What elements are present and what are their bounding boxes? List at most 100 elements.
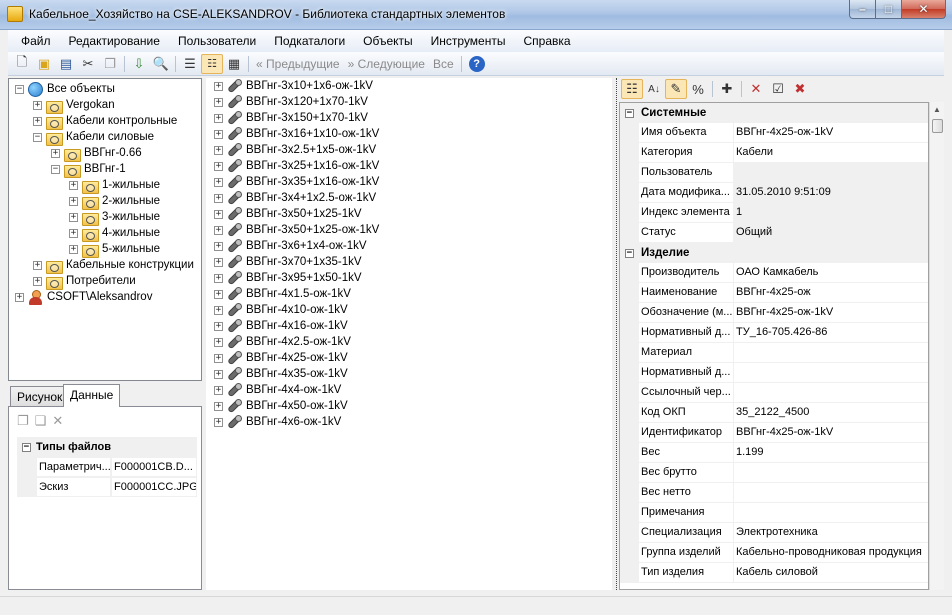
expander-icon[interactable]: + bbox=[214, 257, 223, 267]
property-scrollbar[interactable]: ▲ bbox=[929, 102, 944, 590]
check-property-icon[interactable]: ☑ bbox=[767, 79, 789, 99]
edit-icon[interactable]: ✎ bbox=[665, 79, 687, 99]
expander-icon[interactable]: − bbox=[51, 164, 60, 174]
menu-file[interactable]: Файл bbox=[12, 31, 60, 51]
tab-picture[interactable]: Рисунок bbox=[10, 386, 70, 406]
list-item[interactable]: + ВВГнг-4x2.5-ож-1kV bbox=[214, 334, 351, 350]
expander-icon[interactable]: + bbox=[214, 321, 223, 331]
property-value[interactable]: ТУ_16-705.426-86 bbox=[734, 323, 928, 343]
property-row[interactable]: Вес нетто bbox=[620, 483, 928, 503]
tree-item[interactable]: +3-жильные bbox=[69, 209, 160, 226]
expander-icon[interactable]: + bbox=[69, 180, 78, 190]
property-value[interactable]: ВВГнг-4x25-ож-1kV bbox=[734, 303, 928, 323]
maximize-button[interactable]: □ bbox=[876, 0, 902, 19]
property-row[interactable]: Статус Общий bbox=[620, 223, 928, 243]
expander-icon[interactable]: + bbox=[33, 276, 42, 286]
collapse-toggle[interactable]: − bbox=[17, 442, 36, 452]
list-item[interactable]: + ВВГнг-3x50+1x25-ож-1kV bbox=[214, 222, 379, 238]
cut-icon[interactable]: ✂ bbox=[77, 54, 99, 74]
property-category[interactable]: − Системные bbox=[620, 103, 928, 123]
property-row[interactable]: Код ОКП 35_2122_4500 bbox=[620, 403, 928, 423]
menu-subcatalogs[interactable]: Подкаталоги bbox=[265, 31, 354, 51]
property-row[interactable]: Имя объекта ВВГнг-4x25-ож-1kV bbox=[620, 123, 928, 143]
menu-users[interactable]: Пользователи bbox=[169, 31, 265, 51]
property-value[interactable] bbox=[734, 503, 928, 523]
property-row[interactable]: Тип изделия Кабель силовой bbox=[620, 563, 928, 583]
menu-help[interactable]: Справка bbox=[514, 31, 579, 51]
list-item[interactable]: + ВВГнг-4x10-ож-1kV bbox=[214, 302, 348, 318]
tree-item[interactable]: + Vergokan bbox=[33, 97, 115, 114]
expander-icon[interactable]: + bbox=[214, 241, 223, 251]
next-button[interactable]: » Следующие bbox=[344, 57, 429, 71]
expander-icon[interactable]: + bbox=[214, 161, 223, 171]
expander-icon[interactable]: − bbox=[15, 84, 24, 94]
property-row[interactable]: Группа изделий Кабельно-проводниковая про… bbox=[620, 543, 928, 563]
property-value[interactable] bbox=[734, 483, 928, 503]
list-item[interactable]: + ВВГнг-4x50-ож-1kV bbox=[214, 398, 348, 414]
property-row[interactable]: Дата модифика... 31.05.2010 9:51:09 bbox=[620, 183, 928, 203]
remove-property-icon[interactable]: ✕ bbox=[745, 79, 767, 99]
list-item[interactable]: + ВВГнг-3x50+1x25-1kV bbox=[214, 206, 362, 222]
previous-button[interactable]: « Предыдущие bbox=[252, 57, 344, 71]
expander-icon[interactable]: + bbox=[69, 212, 78, 222]
property-value[interactable]: 35_2122_4500 bbox=[734, 403, 928, 423]
property-value[interactable]: Кабели bbox=[734, 143, 928, 163]
sort-alpha-icon[interactable]: A↓ bbox=[643, 79, 665, 99]
find-icon[interactable]: 🔍 bbox=[150, 54, 172, 74]
delete-icon[interactable]: ✕ bbox=[52, 413, 63, 429]
close-button[interactable]: ✕ bbox=[902, 0, 946, 19]
list-item[interactable]: + ВВГнг-3x95+1x50-1kV bbox=[214, 270, 362, 286]
expander-icon[interactable]: + bbox=[214, 129, 223, 139]
expander-icon[interactable]: + bbox=[214, 225, 223, 235]
property-row[interactable]: Индекс элемента 1 bbox=[620, 203, 928, 223]
property-value[interactable]: Кабельно-проводниковая продукция bbox=[734, 543, 928, 563]
property-row[interactable]: Ссылочный чер... bbox=[620, 383, 928, 403]
expander-icon[interactable]: + bbox=[214, 97, 223, 107]
expander-icon[interactable]: + bbox=[214, 113, 223, 123]
property-row[interactable]: Идентификатор ВВГнг-4x25-ож-1kV bbox=[620, 423, 928, 443]
tree-item[interactable]: + Кабели контрольные bbox=[33, 113, 177, 130]
expander-icon[interactable]: + bbox=[214, 177, 223, 187]
expander-icon[interactable]: + bbox=[33, 100, 42, 110]
tree-item[interactable]: + ВВГнг-0.66 bbox=[51, 145, 142, 162]
property-row[interactable]: Нормативный д... ТУ_16-705.426-86 bbox=[620, 323, 928, 343]
property-value[interactable] bbox=[734, 463, 928, 483]
expander-icon[interactable]: + bbox=[15, 292, 24, 302]
property-row[interactable]: Пользователь bbox=[620, 163, 928, 183]
expander-icon[interactable]: + bbox=[33, 260, 42, 270]
grid-view-icon[interactable]: ▦ bbox=[223, 54, 245, 74]
expander-icon[interactable]: + bbox=[214, 401, 223, 411]
help-icon[interactable]: ? bbox=[468, 55, 485, 72]
minimize-button[interactable]: – bbox=[849, 0, 876, 19]
property-row[interactable]: Нормативный д... bbox=[620, 363, 928, 383]
property-value[interactable] bbox=[734, 383, 928, 403]
list-item[interactable]: + ВВГнг-3x10+1x6-ож-1kV bbox=[214, 78, 373, 94]
expander-icon[interactable]: + bbox=[214, 353, 223, 363]
collapse-toggle[interactable]: − bbox=[620, 243, 639, 263]
new-icon[interactable]: 🗋 bbox=[11, 54, 33, 74]
property-row[interactable]: Примечания bbox=[620, 503, 928, 523]
list-item[interactable]: + ВВГнг-4x35-ож-1kV bbox=[214, 366, 348, 382]
scroll-up-icon[interactable]: ▲ bbox=[930, 102, 944, 117]
property-value[interactable]: ВВГнг-4x25-ож-1kV bbox=[734, 423, 928, 443]
tree-item[interactable]: + Кабельные конструкции bbox=[33, 257, 194, 274]
list-item[interactable]: + ВВГнг-3x120+1x70-1kV bbox=[214, 94, 368, 110]
copy-icon[interactable]: ❐ bbox=[17, 413, 29, 429]
tree-item[interactable]: +1-жильные bbox=[69, 177, 160, 194]
scroll-thumb[interactable] bbox=[932, 119, 943, 133]
tree-item[interactable]: +4-жильные bbox=[69, 225, 160, 242]
tree-item[interactable]: − ВВГнг-1 bbox=[51, 161, 126, 178]
property-value[interactable] bbox=[734, 343, 928, 363]
expander-icon[interactable]: − bbox=[33, 132, 42, 142]
property-value[interactable]: Кабель силовой bbox=[734, 563, 928, 583]
expander-icon[interactable]: + bbox=[214, 209, 223, 219]
properties-icon[interactable]: ☰ bbox=[179, 54, 201, 74]
copy-icon[interactable]: ❐ bbox=[99, 54, 121, 74]
list-item[interactable]: + ВВГнг-3x6+1x4-ож-1kV bbox=[214, 238, 367, 254]
collapse-toggle[interactable]: − bbox=[620, 103, 639, 123]
property-row[interactable]: Наименование ВВГнг-4x25-ож bbox=[620, 283, 928, 303]
all-button[interactable]: Все bbox=[429, 57, 458, 71]
list-item[interactable]: + ВВГнг-4x1.5-ож-1kV bbox=[214, 286, 351, 302]
list-item[interactable]: + ВВГнг-3x2.5+1x5-ож-1kV bbox=[214, 142, 376, 158]
property-row[interactable]: Материал bbox=[620, 343, 928, 363]
